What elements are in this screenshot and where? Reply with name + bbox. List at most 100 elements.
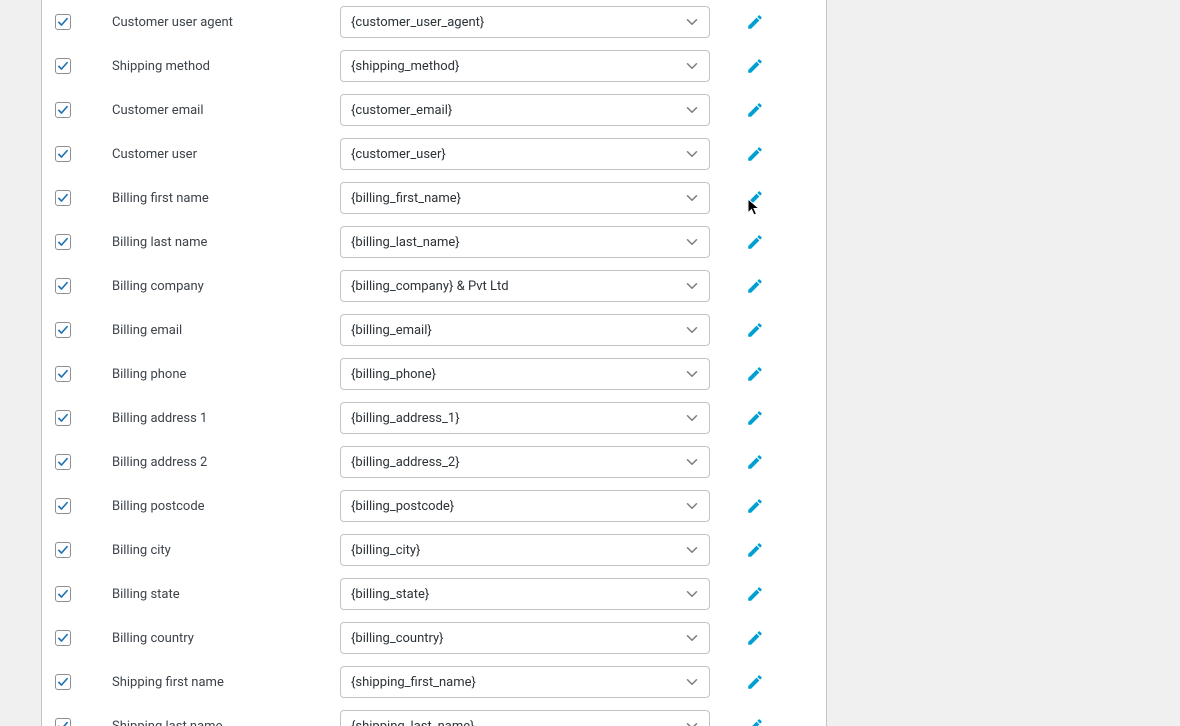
field-value-text: {billing_country} — [351, 631, 444, 646]
field-label: Customer user — [112, 147, 340, 162]
edit-cell — [710, 716, 820, 726]
edit-cell — [710, 276, 820, 296]
field-checkbox[interactable] — [55, 190, 71, 206]
field-value-text: {billing_first_name} — [351, 191, 461, 206]
field-checkbox[interactable] — [55, 718, 71, 726]
edit-button[interactable] — [745, 144, 765, 164]
select-cell: {billing_state} — [340, 578, 710, 610]
checkbox-cell — [42, 674, 112, 690]
edit-button[interactable] — [745, 408, 765, 428]
edit-cell — [710, 12, 820, 32]
edit-cell — [710, 56, 820, 76]
field-value-select[interactable]: {shipping_last_name} — [340, 710, 710, 726]
select-cell: {billing_country} — [340, 622, 710, 654]
checkbox-cell — [42, 190, 112, 206]
field-value-select[interactable]: {billing_city} — [340, 534, 710, 566]
field-checkbox[interactable] — [55, 102, 71, 118]
field-value-select[interactable]: {customer_email} — [340, 94, 710, 126]
edit-button[interactable] — [745, 496, 765, 516]
field-value-select[interactable]: {billing_last_name} — [340, 226, 710, 258]
field-value-select[interactable]: {billing_company} & Pvt Ltd — [340, 270, 710, 302]
edit-button[interactable] — [745, 452, 765, 472]
field-value-select[interactable]: {billing_phone} — [340, 358, 710, 390]
field-checkbox[interactable] — [55, 234, 71, 250]
select-cell: {shipping_last_name} — [340, 710, 710, 726]
field-checkbox[interactable] — [55, 146, 71, 162]
pencil-icon — [746, 13, 764, 31]
field-value-select[interactable]: {shipping_method} — [340, 50, 710, 82]
edit-button[interactable] — [745, 276, 765, 296]
field-row: Customer user{customer_user} — [42, 132, 826, 176]
edit-cell — [710, 584, 820, 604]
edit-cell — [710, 100, 820, 120]
field-row: Billing country{billing_country} — [42, 616, 826, 660]
select-cell: {billing_last_name} — [340, 226, 710, 258]
edit-button[interactable] — [745, 12, 765, 32]
page: Customer user agent{customer_user_agent}… — [0, 0, 1180, 726]
chevron-down-icon — [683, 189, 701, 207]
field-checkbox[interactable] — [55, 366, 71, 382]
field-checkbox[interactable] — [55, 630, 71, 646]
field-checkbox[interactable] — [55, 410, 71, 426]
field-checkbox[interactable] — [55, 58, 71, 74]
field-value-select[interactable]: {billing_email} — [340, 314, 710, 346]
field-checkbox[interactable] — [55, 14, 71, 30]
edit-button[interactable] — [745, 188, 765, 208]
pencil-icon — [746, 673, 764, 691]
edit-cell — [710, 144, 820, 164]
edit-cell — [710, 628, 820, 648]
pencil-icon — [746, 629, 764, 647]
chevron-down-icon — [683, 409, 701, 427]
edit-button[interactable] — [745, 320, 765, 340]
field-row: Customer email{customer_email} — [42, 88, 826, 132]
field-value-text: {billing_state} — [351, 587, 429, 602]
edit-button[interactable] — [745, 540, 765, 560]
select-cell: {billing_address_1} — [340, 402, 710, 434]
field-row: Billing email{billing_email} — [42, 308, 826, 352]
field-label: Customer email — [112, 103, 340, 118]
field-value-select[interactable]: {billing_state} — [340, 578, 710, 610]
edit-button[interactable] — [745, 364, 765, 384]
checkbox-cell — [42, 454, 112, 470]
field-checkbox[interactable] — [55, 542, 71, 558]
select-cell: {customer_user} — [340, 138, 710, 170]
field-value-select[interactable]: {billing_first_name} — [340, 182, 710, 214]
field-checkbox[interactable] — [55, 454, 71, 470]
field-value-select[interactable]: {customer_user_agent} — [340, 6, 710, 38]
field-label: Billing first name — [112, 191, 340, 206]
field-row: Billing state{billing_state} — [42, 572, 826, 616]
field-value-text: {billing_address_2} — [351, 455, 460, 470]
chevron-down-icon — [683, 365, 701, 383]
field-label: Shipping method — [112, 59, 340, 74]
field-value-text: {billing_company} & Pvt Ltd — [351, 279, 509, 294]
field-checkbox[interactable] — [55, 322, 71, 338]
edit-button[interactable] — [745, 628, 765, 648]
field-value-select[interactable]: {billing_address_2} — [340, 446, 710, 478]
field-value-text: {shipping_first_name} — [351, 675, 476, 690]
edit-button[interactable] — [745, 100, 765, 120]
pencil-icon — [746, 101, 764, 119]
edit-button[interactable] — [745, 672, 765, 692]
chevron-down-icon — [683, 453, 701, 471]
field-value-select[interactable]: {shipping_first_name} — [340, 666, 710, 698]
field-checkbox[interactable] — [55, 586, 71, 602]
chevron-down-icon — [683, 233, 701, 251]
chevron-down-icon — [683, 541, 701, 559]
edit-button[interactable] — [745, 56, 765, 76]
field-checkbox[interactable] — [55, 674, 71, 690]
edit-cell — [710, 320, 820, 340]
field-value-select[interactable]: {billing_postcode} — [340, 490, 710, 522]
chevron-down-icon — [683, 101, 701, 119]
edit-button[interactable] — [745, 584, 765, 604]
field-checkbox[interactable] — [55, 498, 71, 514]
field-value-select[interactable]: {billing_country} — [340, 622, 710, 654]
field-value-select[interactable]: {billing_address_1} — [340, 402, 710, 434]
edit-cell — [710, 496, 820, 516]
edit-button[interactable] — [745, 716, 765, 726]
field-row: Billing phone{billing_phone} — [42, 352, 826, 396]
checkbox-cell — [42, 102, 112, 118]
field-value-select[interactable]: {customer_user} — [340, 138, 710, 170]
chevron-down-icon — [683, 673, 701, 691]
edit-button[interactable] — [745, 232, 765, 252]
field-checkbox[interactable] — [55, 278, 71, 294]
